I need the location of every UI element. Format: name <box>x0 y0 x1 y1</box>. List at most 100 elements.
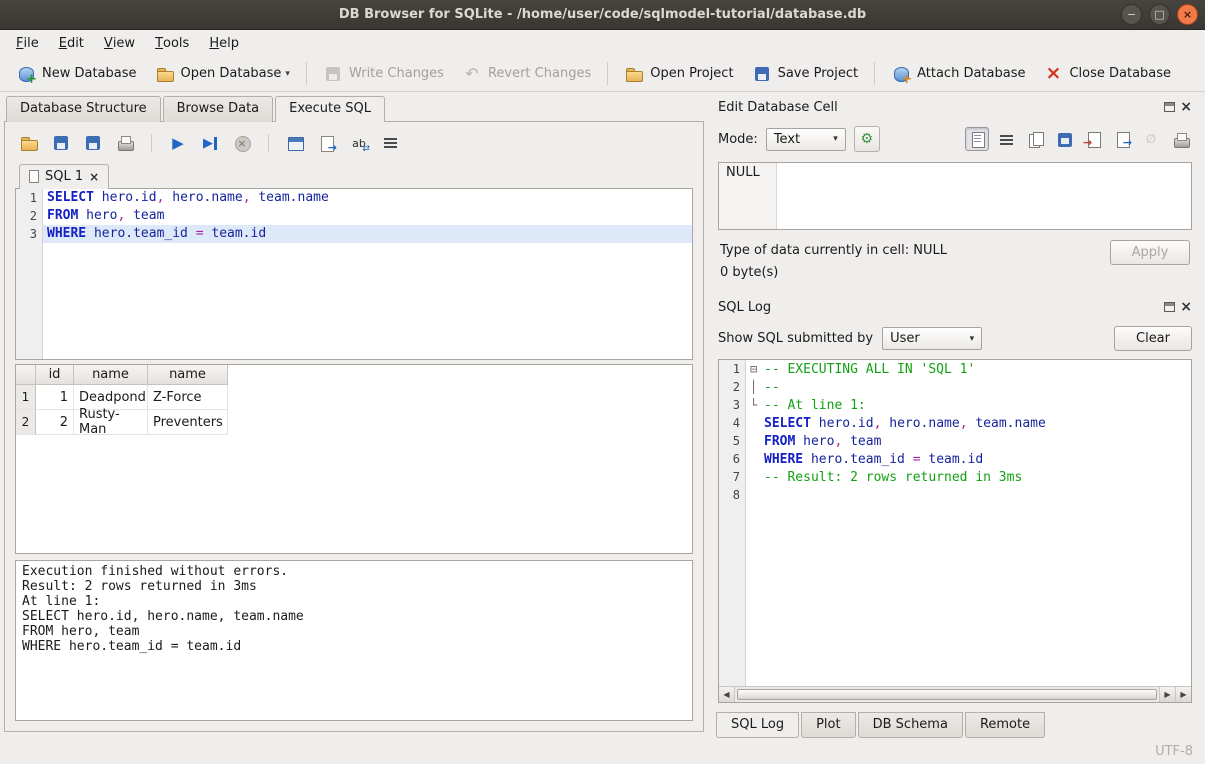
execution-message[interactable]: Execution finished without errors.Result… <box>15 560 693 721</box>
print-cell-icon <box>1171 130 1189 148</box>
submitter-select[interactable]: User ▾ <box>882 327 982 350</box>
text-view-button[interactable] <box>965 127 989 151</box>
column-header-id[interactable]: id <box>36 365 74 385</box>
sql-file-icon <box>29 170 39 183</box>
close-dock-icon[interactable]: × <box>1180 102 1192 112</box>
row-number[interactable]: 1 <box>16 385 36 410</box>
scroll-corner-icon[interactable]: ▶ <box>1175 687 1191 702</box>
results-grid: idnamename 11DeadpondZ-Force22Rusty-ManP… <box>15 364 693 554</box>
float-dock-icon[interactable] <box>1164 302 1175 312</box>
word-wrap-button[interactable] <box>379 131 403 155</box>
export-csv-button[interactable] <box>315 131 339 155</box>
close-database-button[interactable]: Close Database <box>1035 60 1179 88</box>
sql-log-box: 12345678⊟-- EXECUTING ALL IN 'SQL 1'│--└… <box>718 359 1192 703</box>
row-number[interactable]: 2 <box>16 410 36 435</box>
export-cell-button[interactable] <box>1110 127 1134 151</box>
cell-editor[interactable]: NULL <box>718 162 1192 230</box>
close-sql-tab-icon[interactable]: × <box>89 171 99 183</box>
mode-value: Text <box>774 132 800 147</box>
message-line: SELECT hero.id, hero.name, team.name <box>22 609 686 624</box>
cell-size-text: 0 byte(s) <box>720 262 1110 284</box>
print-icon <box>115 133 135 153</box>
bottom-tab-db-schema[interactable]: DB Schema <box>858 712 963 738</box>
copy-cell-button[interactable] <box>1023 127 1047 151</box>
mode-label: Mode: <box>718 132 758 147</box>
auto-mode-button[interactable] <box>854 126 880 152</box>
column-header-name[interactable]: name <box>148 365 228 385</box>
scroll-left-icon[interactable]: ◀ <box>719 687 735 702</box>
app-window: DB Browser for SQLite - /home/user/code/… <box>0 0 1205 764</box>
close-dock-icon[interactable]: × <box>1180 302 1192 312</box>
open-query-tab-button[interactable] <box>283 131 307 155</box>
fold-spacer <box>750 432 764 450</box>
close-button[interactable]: × <box>1177 4 1198 25</box>
grid-corner <box>16 365 36 385</box>
fold-marker-icon[interactable]: └ <box>750 396 764 414</box>
attach-database-button[interactable]: Attach Database <box>883 60 1033 88</box>
open-project-button[interactable]: Open Project <box>616 60 741 88</box>
open-project-icon <box>624 64 644 84</box>
mode-select[interactable]: Text ▾ <box>766 128 846 151</box>
menu-edit[interactable]: Edit <box>49 30 94 56</box>
horizontal-scrollbar[interactable]: ◀ ▶ ▶ <box>719 686 1191 702</box>
menu-tools[interactable]: Tools <box>145 30 199 56</box>
open-database-dropdown-icon[interactable]: ▾ <box>285 69 290 79</box>
menubar: FileEditViewToolsHelp <box>0 30 1205 56</box>
tab-database-structure[interactable]: Database Structure <box>6 96 161 122</box>
line-number: 2 <box>16 207 42 225</box>
sql-log-editor[interactable]: 12345678⊟-- EXECUTING ALL IN 'SQL 1'│--└… <box>719 360 1191 686</box>
scroll-thumb[interactable] <box>737 689 1157 700</box>
save-project-button[interactable]: Save Project <box>744 60 867 88</box>
table-cell[interactable]: Z-Force <box>148 385 228 410</box>
fold-marker-icon[interactable]: ⊟ <box>750 360 764 378</box>
maximize-button[interactable]: □ <box>1149 4 1170 25</box>
bottom-tab-plot[interactable]: Plot <box>801 712 856 738</box>
bottom-tab-sql-log[interactable]: SQL Log <box>716 712 799 738</box>
tab-execute-sql[interactable]: Execute SQL <box>275 96 385 122</box>
print-button[interactable] <box>113 131 137 155</box>
find-replace-button[interactable] <box>347 131 371 155</box>
save-sql-file-button[interactable] <box>49 131 73 155</box>
bottom-tab-remote[interactable]: Remote <box>965 712 1045 738</box>
sql-tab[interactable]: SQL 1 × <box>19 164 109 189</box>
execute-current-line-button[interactable] <box>198 131 222 155</box>
open-sql-file-button[interactable] <box>17 131 41 155</box>
code-line: │-- <box>746 378 1191 396</box>
table-cell[interactable]: Preventers <box>148 410 228 435</box>
print-cell-button[interactable] <box>1168 127 1192 151</box>
execute-all-button[interactable] <box>166 131 190 155</box>
wrap-text-button[interactable] <box>994 127 1018 151</box>
save-cell-button[interactable] <box>1052 127 1076 151</box>
encoding-indicator[interactable]: UTF-8 <box>1155 744 1193 759</box>
new-database-button[interactable]: New Database <box>8 60 145 88</box>
left-pane: Database StructureBrowse DataExecute SQL… <box>0 92 706 738</box>
menu-help[interactable]: Help <box>199 30 249 56</box>
stop-icon <box>232 133 252 153</box>
import-cell-button[interactable] <box>1081 127 1105 151</box>
fold-marker-icon[interactable]: │ <box>750 378 764 396</box>
menu-file[interactable]: File <box>6 30 49 56</box>
toolbar-separator <box>268 134 269 152</box>
scroll-right-icon[interactable]: ▶ <box>1159 687 1175 702</box>
cell-editor-gutter: NULL <box>719 163 777 229</box>
table-cell[interactable]: Rusty-Man <box>74 410 148 435</box>
table-cell[interactable]: 1 <box>36 385 74 410</box>
open-database-button[interactable]: Open Database▾ <box>147 60 298 88</box>
export-csv-icon <box>317 133 337 153</box>
main-toolbar: New DatabaseOpen Database▾Write ChangesR… <box>0 56 1205 92</box>
menu-view[interactable]: View <box>94 30 145 56</box>
execute-all-icon <box>168 133 188 153</box>
float-dock-icon[interactable] <box>1164 102 1175 112</box>
minimize-button[interactable]: − <box>1121 4 1142 25</box>
sql-editor[interactable]: 123SELECT hero.id, hero.name, team.nameF… <box>15 188 693 360</box>
titlebar[interactable]: DB Browser for SQLite - /home/user/code/… <box>0 0 1205 30</box>
tab-browse-data[interactable]: Browse Data <box>163 96 274 122</box>
save-sql-file-as-button[interactable] <box>81 131 105 155</box>
revert-changes-button: Revert Changes <box>454 60 599 88</box>
column-header-name[interactable]: name <box>74 365 148 385</box>
table-cell[interactable]: 2 <box>36 410 74 435</box>
clear-button[interactable]: Clear <box>1114 326 1192 351</box>
word-wrap-icon <box>381 133 401 153</box>
dock-tabbar: SQL LogPlotDB SchemaRemote <box>716 712 1194 738</box>
save-sql-file-as-icon <box>83 133 103 153</box>
